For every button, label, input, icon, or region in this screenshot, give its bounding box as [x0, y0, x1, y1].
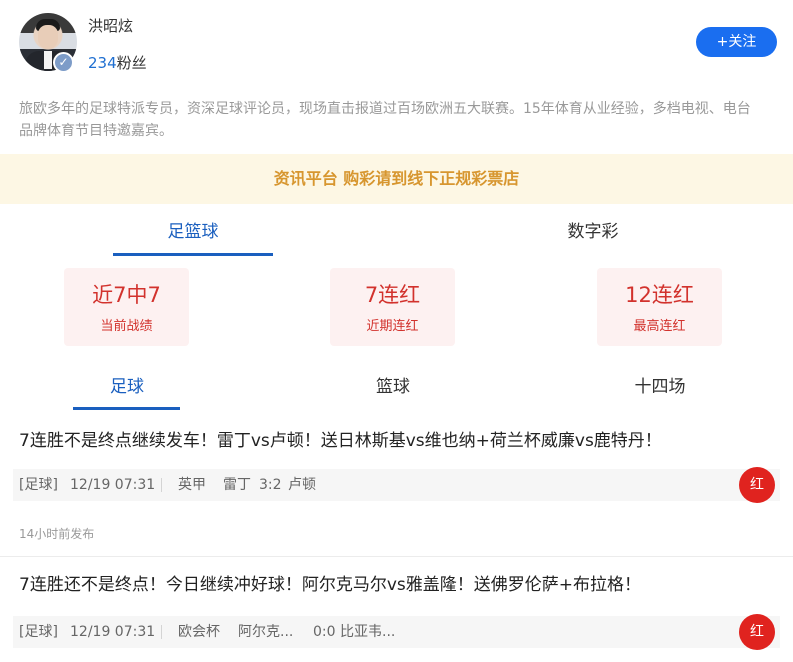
- main-tab-indicator: [113, 253, 273, 256]
- tab-fourteen-matches[interactable]: 十四场: [606, 372, 714, 397]
- article-title[interactable]: 7连胜还不是终点！今日继续冲好球！阿尔克马尔vs雅盖隆！送佛罗伦萨+布拉格！: [19, 570, 641, 595]
- match-league: 欧会杯: [178, 624, 220, 640]
- stat-label: 近期连红: [366, 319, 419, 334]
- avatar-face: [38, 25, 58, 49]
- article-item[interactable]: 7连胜还不是终点！今日继续冲好球！阿尔克马尔vs雅盖隆！送佛罗伦萨+布拉格！ […: [0, 570, 793, 662]
- avatar-shirt: [44, 51, 52, 69]
- match-home-team: 阿尔克...: [238, 624, 294, 640]
- match-score: 0:0: [313, 624, 336, 640]
- sub-tabs: 足球 篮球 十四场: [0, 360, 793, 412]
- match-league: 英甲: [178, 477, 206, 493]
- result-red-badge: 红: [739, 467, 775, 503]
- match-category: [足球]: [19, 477, 58, 493]
- stat-label: 当前战绩: [100, 319, 153, 334]
- match-away-team: 比亚韦...: [340, 624, 396, 640]
- result-red-badge: 红: [739, 614, 775, 650]
- notice-banner: 资讯平台 购彩请到线下正规彩票店: [0, 154, 793, 204]
- fans-count: 234粉丝: [88, 52, 147, 73]
- author-profile: ✓ 洪昭炫 234粉丝 +关注: [0, 0, 793, 90]
- stat-value: 12连红: [625, 283, 694, 307]
- match-info: [足球] 12/19 07:31 英甲 雷丁 3:2 卢顿: [13, 469, 780, 501]
- meta-divider: [161, 625, 162, 639]
- author-name: 洪昭炫: [88, 17, 134, 35]
- stat-label: 最高连红: [633, 319, 686, 334]
- match-datetime: 12/19 07:31: [70, 477, 156, 493]
- stat-recent-streak: 7连红 近期连红: [330, 268, 455, 346]
- tab-football-basketball[interactable]: 足篮球: [113, 217, 273, 242]
- match-datetime: 12/19 07:31: [70, 624, 156, 640]
- fans-suffix: 粉丝: [116, 54, 147, 72]
- tab-football[interactable]: 足球: [73, 372, 181, 397]
- publish-time: 14小时前发布: [19, 527, 95, 541]
- tab-basketball[interactable]: 篮球: [339, 372, 447, 397]
- stat-value: 近7中7: [92, 283, 161, 307]
- article-divider: [0, 556, 793, 557]
- match-score: 3:2: [259, 477, 282, 493]
- stat-value: 7连红: [364, 283, 421, 307]
- match-away-team: 卢顿: [288, 477, 316, 493]
- article-item[interactable]: 7连胜不是终点继续发车！雷丁vs卢顿！送日林斯基vs维也纳+荷兰杯威廉vs鹿特丹…: [0, 426, 793, 556]
- stat-current-record: 近7中7 当前战绩: [64, 268, 189, 346]
- match-home-team: 雷丁: [223, 477, 251, 493]
- follow-button[interactable]: +关注: [696, 27, 777, 57]
- author-bio: 旅欧多年的足球特派专员，资深足球评论员，现场直击报道过百场欧洲五大联赛。15年体…: [19, 101, 751, 139]
- stats-row: 近7中7 当前战绩 7连红 近期连红 12连红 最高连红: [0, 266, 793, 348]
- meta-divider: [161, 478, 162, 492]
- tab-digital-lottery[interactable]: 数字彩: [513, 217, 673, 242]
- stat-max-streak: 12连红 最高连红: [597, 268, 722, 346]
- article-title[interactable]: 7连胜不是终点继续发车！雷丁vs卢顿！送日林斯基vs维也纳+荷兰杯威廉vs鹿特丹…: [19, 426, 662, 451]
- main-tabs: 足篮球 数字彩: [0, 205, 793, 257]
- match-info: [足球] 12/19 07:31 欧会杯 阿尔克... 0:0 比亚韦...: [13, 616, 780, 648]
- match-category: [足球]: [19, 624, 58, 640]
- fans-number: 234: [88, 54, 117, 72]
- sub-tab-indicator: [73, 407, 180, 410]
- verified-icon: ✓: [53, 52, 74, 73]
